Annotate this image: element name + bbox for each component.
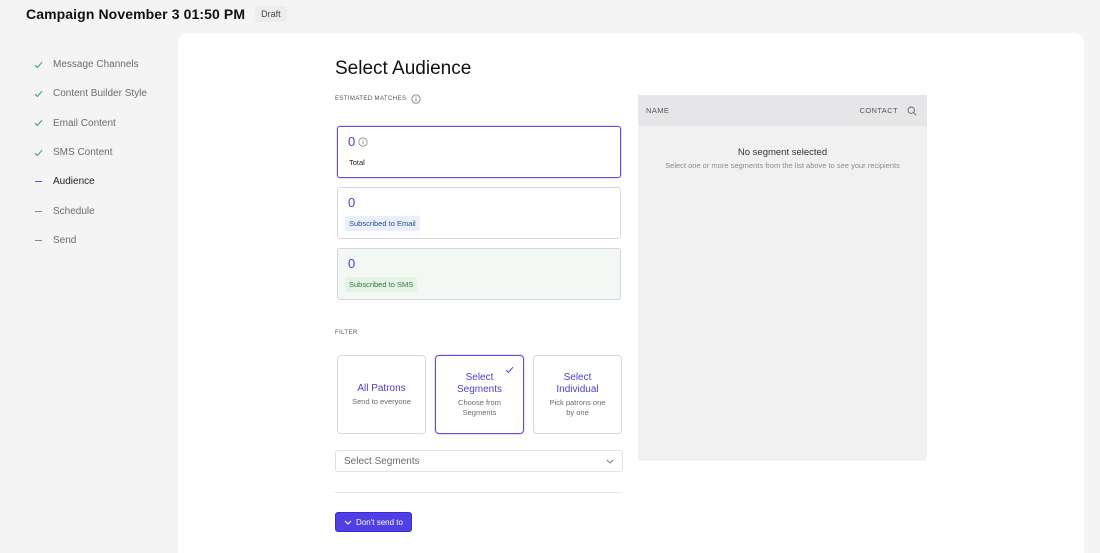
check-icon [30,61,46,69]
column-contact: CONTACT [859,106,898,115]
sidebar-item-label: Schedule [53,205,95,217]
sms-matches-card[interactable]: 0 Subscribed to SMS [337,248,621,300]
filter-select-segments-option[interactable]: Select Segments Choose from Segments [435,355,524,434]
sidebar-item-label: Content Builder Style [53,88,147,100]
steps-sidebar: Message Channels Content Builder Style E… [30,50,147,255]
empty-state-subtitle: Select one or more segments from the lis… [665,161,900,170]
sidebar-item-label: Message Channels [53,59,139,71]
page-title: Campaign November 3 01:50 PM [26,6,246,22]
sidebar-item-schedule[interactable]: Schedule [30,196,147,225]
total-matches-label: Total [349,158,365,167]
filter-label: FILTER [335,330,358,336]
check-icon [30,90,46,98]
estimated-matches-text: ESTIMATED MATCHES [335,96,407,102]
sidebar-item-send[interactable]: Send [30,226,147,255]
option-title: Select Individual [556,371,599,395]
recipients-header: NAME CONTACT [638,95,927,126]
check-icon [505,361,514,379]
chevron-down-icon [606,459,614,464]
chevron-down-icon [344,520,352,525]
dont-send-to-label: Don't send to [356,517,403,527]
info-icon[interactable] [411,94,421,104]
check-icon [30,119,46,127]
sidebar-item-label: Email Content [53,117,116,129]
option-subtitle: Choose from Segments [458,397,501,417]
option-title: All Patrons [357,382,406,394]
estimated-matches-label: ESTIMATED MATCHES [335,94,421,104]
main-panel: Select Audience ESTIMATED MATCHES 0 Tota… [178,33,1084,553]
sidebar-item-label: Audience [53,176,95,188]
total-matches-value: 0 [348,134,356,149]
dash-icon [30,210,46,212]
sidebar-item-label: Send [53,234,77,246]
status-badge: Draft [255,6,287,22]
dash-icon [30,239,46,241]
sidebar-item-message-channels[interactable]: Message Channels [30,50,147,79]
email-matches-value: 0 [348,195,356,210]
email-matches-card[interactable]: 0 Subscribed to Email [337,187,621,239]
option-subtitle: Pick patrons one by one [549,397,606,417]
column-name: NAME [646,106,670,115]
dont-send-to-button[interactable]: Don't send to [335,512,412,532]
check-icon [30,149,46,157]
section-title: Select Audience [335,58,472,79]
sidebar-item-email-content[interactable]: Email Content [30,109,147,138]
recipients-panel: NAME CONTACT No segment selected Select … [638,95,927,461]
email-matches-label: Subscribed to Email [345,216,420,231]
option-subtitle: Send to everyone [352,396,411,406]
sidebar-item-audience[interactable]: Audience [30,167,147,196]
sidebar-item-content-builder-style[interactable]: Content Builder Style [30,79,147,108]
page-header: Campaign November 3 01:50 PM Draft [26,6,287,22]
dash-icon [30,181,46,183]
filter-select-individual-option[interactable]: Select Individual Pick patrons one by on… [533,355,622,434]
filter-all-patrons-option[interactable]: All Patrons Send to everyone [337,355,426,434]
search-icon[interactable] [907,106,917,116]
sidebar-item-label: SMS Content [53,147,113,159]
empty-state-title: No segment selected [737,147,828,158]
info-icon[interactable] [358,136,368,147]
option-title: Select Segments [456,371,503,395]
total-matches-card[interactable]: 0 Total [337,126,621,178]
sms-matches-label: Subscribed to SMS [345,277,418,292]
sidebar-item-sms-content[interactable]: SMS Content [30,138,147,167]
segments-select-placeholder: Select Segments [344,455,420,467]
segments-select[interactable]: Select Segments [335,450,623,472]
sms-matches-value: 0 [348,256,356,271]
divider [335,492,623,493]
